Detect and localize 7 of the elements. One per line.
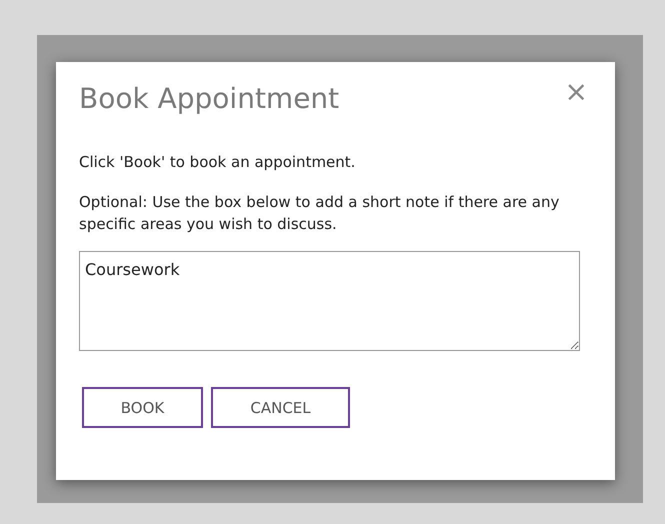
note-field[interactable]: Coursework	[79, 251, 580, 352]
instruction-text: Optional: Use the box below to add a short note if there are any specific areas you wish to discuss.	[79, 192, 560, 234]
close-button[interactable]: ×	[560, 78, 592, 106]
cancel-button[interactable]: CANCEL	[211, 387, 350, 428]
dialog-title: Book Appointment	[79, 81, 340, 117]
book-button[interactable]: BOOK	[82, 387, 203, 428]
instruction-text: Click 'Book' to book an appointment.	[79, 152, 356, 173]
